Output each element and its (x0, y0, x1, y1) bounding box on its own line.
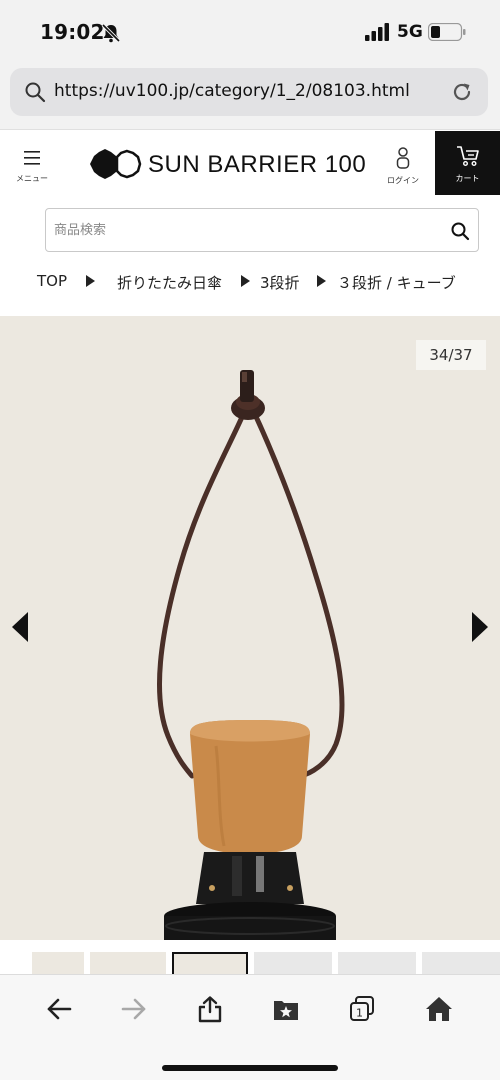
share-icon (198, 996, 222, 1023)
tab-count: 1 (356, 1007, 363, 1020)
home-button[interactable] (417, 989, 461, 1029)
status-time: 19:02 (40, 20, 105, 44)
product-image (156, 370, 345, 940)
reload-icon[interactable] (450, 80, 474, 104)
back-arrow-icon (47, 998, 72, 1020)
search-icon[interactable] (450, 221, 470, 241)
address-bar[interactable]: https://uv100.jp/category/1_2/08103.html (10, 68, 488, 116)
search-icon (25, 82, 46, 103)
url-text[interactable]: https://uv100.jp/category/1_2/08103.html (54, 81, 410, 101)
thumbnail-selected[interactable] (172, 952, 248, 974)
menu-label: メニュー (16, 174, 48, 183)
thumbnail[interactable] (90, 952, 166, 974)
cart-button[interactable]: カート (435, 131, 500, 195)
logo-text: SUN BARRIER 100 (148, 151, 367, 178)
signal-icon (365, 23, 389, 41)
breadcrumb: TOP 折りたたみ日傘 3段折 ３段折 / キューブ (0, 266, 500, 296)
bookmarks-button[interactable] (264, 989, 308, 1029)
status-bar: 19:02 5G (0, 0, 500, 62)
thumbnail[interactable] (338, 952, 416, 974)
hamburger-icon (24, 151, 40, 165)
cart-icon (457, 146, 479, 167)
logo-mark-icon (90, 149, 142, 179)
next-image-arrow-icon[interactable] (470, 612, 488, 642)
home-indicator (162, 1065, 338, 1071)
bookmarks-icon (274, 1001, 298, 1020)
previous-image-arrow-icon[interactable] (12, 612, 30, 642)
breadcrumb-item-current: ３段折 / キューブ (337, 274, 456, 292)
thumbnail[interactable] (422, 952, 500, 974)
menu-button[interactable]: メニュー (10, 139, 54, 189)
tabs-icon: 1 (350, 996, 374, 1021)
home-icon (426, 997, 452, 1021)
forward-arrow-icon (121, 998, 146, 1020)
bell-slash-icon (101, 23, 121, 43)
breadcrumb-separator-icon (241, 275, 250, 287)
login-label: ログイン (387, 176, 419, 185)
breadcrumb-item-top[interactable]: TOP (37, 272, 67, 290)
breadcrumb-item-folding-parasol[interactable]: 折りたたみ日傘 (117, 272, 222, 293)
product-search (45, 208, 479, 252)
cart-label: カート (455, 174, 480, 183)
site-header: メニュー SUN BARRIER 100 ログイン カート (0, 131, 500, 195)
thumbnail[interactable] (32, 952, 84, 974)
forward-button[interactable] (112, 989, 156, 1029)
browser-toolbar: 1 (0, 974, 500, 1080)
site-logo[interactable]: SUN BARRIER 100 (90, 147, 370, 181)
thumbnail-strip (0, 940, 500, 974)
breadcrumb-item-3fold[interactable]: 3段折 (260, 272, 300, 293)
login-button[interactable]: ログイン (380, 139, 426, 189)
breadcrumb-separator-icon (86, 275, 95, 287)
thumbnail[interactable] (254, 952, 332, 974)
image-counter: 34/37 (416, 340, 486, 370)
browser-address-area: https://uv100.jp/category/1_2/08103.html (0, 62, 500, 130)
user-icon (396, 147, 410, 169)
share-button[interactable] (188, 989, 232, 1029)
back-button[interactable] (37, 989, 81, 1029)
network-label: 5G (397, 22, 423, 42)
product-image-gallery[interactable]: 34/37 (0, 316, 500, 940)
tabs-button[interactable]: 1 (340, 989, 384, 1029)
product-search-input[interactable] (46, 209, 436, 251)
battery-icon (428, 23, 466, 41)
breadcrumb-separator-icon (317, 275, 326, 287)
